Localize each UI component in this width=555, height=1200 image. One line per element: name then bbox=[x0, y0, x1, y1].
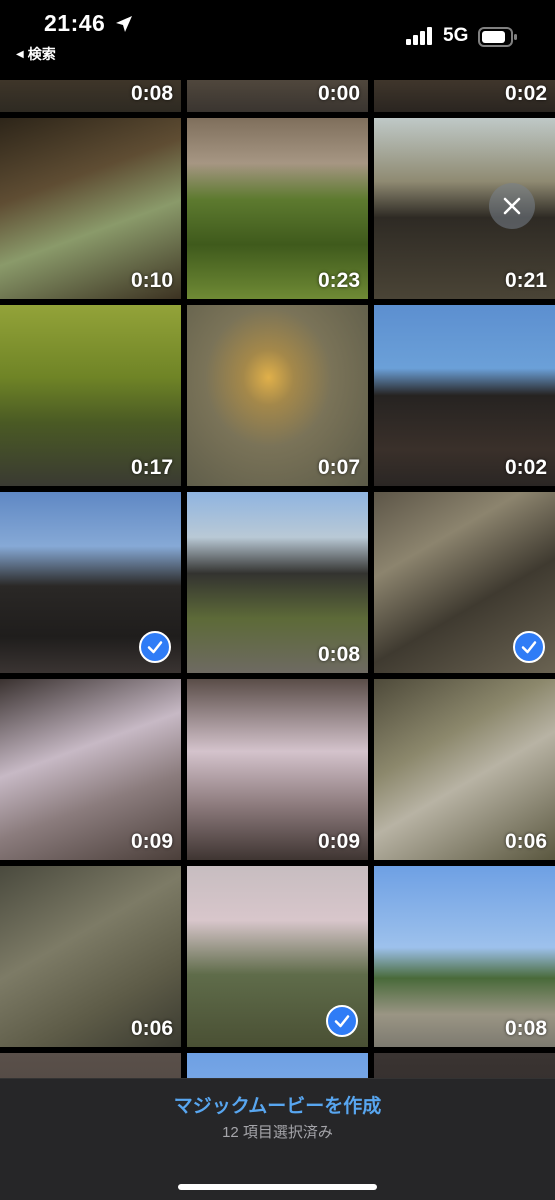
video-duration: 0:07 bbox=[317, 456, 360, 479]
selection-count: 12 項目選択済み bbox=[222, 1124, 333, 1141]
location-arrow-icon bbox=[116, 16, 132, 32]
video-duration: 0:09 bbox=[317, 830, 360, 853]
selected-check-icon bbox=[513, 631, 545, 663]
video-thumbnail[interactable] bbox=[374, 1053, 555, 1080]
video-duration: 0:02 bbox=[504, 456, 547, 479]
thumbnail-image bbox=[0, 1053, 181, 1080]
video-thumbnail[interactable]: 0:08 bbox=[374, 866, 555, 1047]
thumbnail-image bbox=[187, 1053, 368, 1080]
video-thumbnail[interactable]: 0:06 bbox=[0, 866, 181, 1047]
video-thumbnail[interactable]: 0:10 bbox=[0, 118, 181, 299]
video-thumbnail[interactable] bbox=[0, 492, 181, 673]
status-bar: 21:46 ◀ 検索 5G bbox=[0, 0, 555, 80]
video-duration: 0:10 bbox=[130, 269, 173, 292]
video-duration: 0:02 bbox=[504, 82, 547, 105]
video-thumbnail[interactable]: 0:09 bbox=[0, 679, 181, 860]
video-thumbnail[interactable] bbox=[374, 492, 555, 673]
video-thumbnail[interactable] bbox=[0, 1053, 181, 1080]
home-indicator[interactable] bbox=[178, 1184, 377, 1190]
close-icon bbox=[503, 197, 521, 215]
video-duration: 0:09 bbox=[130, 830, 173, 853]
cellular-signal-icon bbox=[406, 27, 432, 45]
video-duration: 0:17 bbox=[130, 456, 173, 479]
close-button[interactable] bbox=[489, 183, 535, 229]
photo-grid: 0:08 0:00 0:02 0:10 0:23 0:21 0:17 0:07 0:02 0:08… bbox=[0, 80, 555, 1080]
video-duration: 0:06 bbox=[130, 1017, 173, 1040]
video-thumbnail[interactable]: 0:17 bbox=[0, 305, 181, 486]
video-thumbnail[interactable]: 0:07 bbox=[187, 305, 368, 486]
video-thumbnail[interactable]: 0:02 bbox=[374, 305, 555, 486]
video-thumbnail[interactable]: 0:00 bbox=[187, 80, 368, 112]
video-duration: 0:23 bbox=[317, 269, 360, 292]
video-thumbnail[interactable]: 0:08 bbox=[0, 80, 181, 112]
video-duration: 0:08 bbox=[130, 82, 173, 105]
video-duration: 0:21 bbox=[504, 269, 547, 292]
video-thumbnail[interactable] bbox=[187, 866, 368, 1047]
create-magic-movie-button[interactable]: マジックムービーを作成 bbox=[0, 1091, 555, 1118]
back-to-search-link[interactable]: ◀ 検索 bbox=[16, 44, 56, 64]
video-thumbnail[interactable]: 0:23 bbox=[187, 118, 368, 299]
video-thumbnail[interactable] bbox=[187, 1053, 368, 1080]
video-duration: 0:08 bbox=[504, 1017, 547, 1040]
back-arrow-icon: ◀ bbox=[16, 48, 24, 60]
network-type: 5G bbox=[443, 25, 469, 46]
video-thumbnail[interactable]: 0:02 bbox=[374, 80, 555, 112]
video-duration: 0:06 bbox=[504, 830, 547, 853]
video-thumbnail[interactable]: 0:06 bbox=[374, 679, 555, 860]
video-thumbnail[interactable]: 0:09 bbox=[187, 679, 368, 860]
back-label: 検索 bbox=[27, 46, 56, 62]
video-duration: 0:08 bbox=[317, 643, 360, 666]
clock-time: 21:46 bbox=[44, 10, 106, 36]
selected-check-icon bbox=[139, 631, 171, 663]
video-thumbnail[interactable]: 0:08 bbox=[187, 492, 368, 673]
selected-check-icon bbox=[326, 1005, 358, 1037]
video-duration: 0:00 bbox=[317, 82, 360, 105]
battery-icon bbox=[478, 27, 517, 47]
bottom-action-bar: マジックムービーを作成 12 項目選択済み bbox=[0, 1078, 555, 1200]
thumbnail-image bbox=[374, 1053, 555, 1080]
